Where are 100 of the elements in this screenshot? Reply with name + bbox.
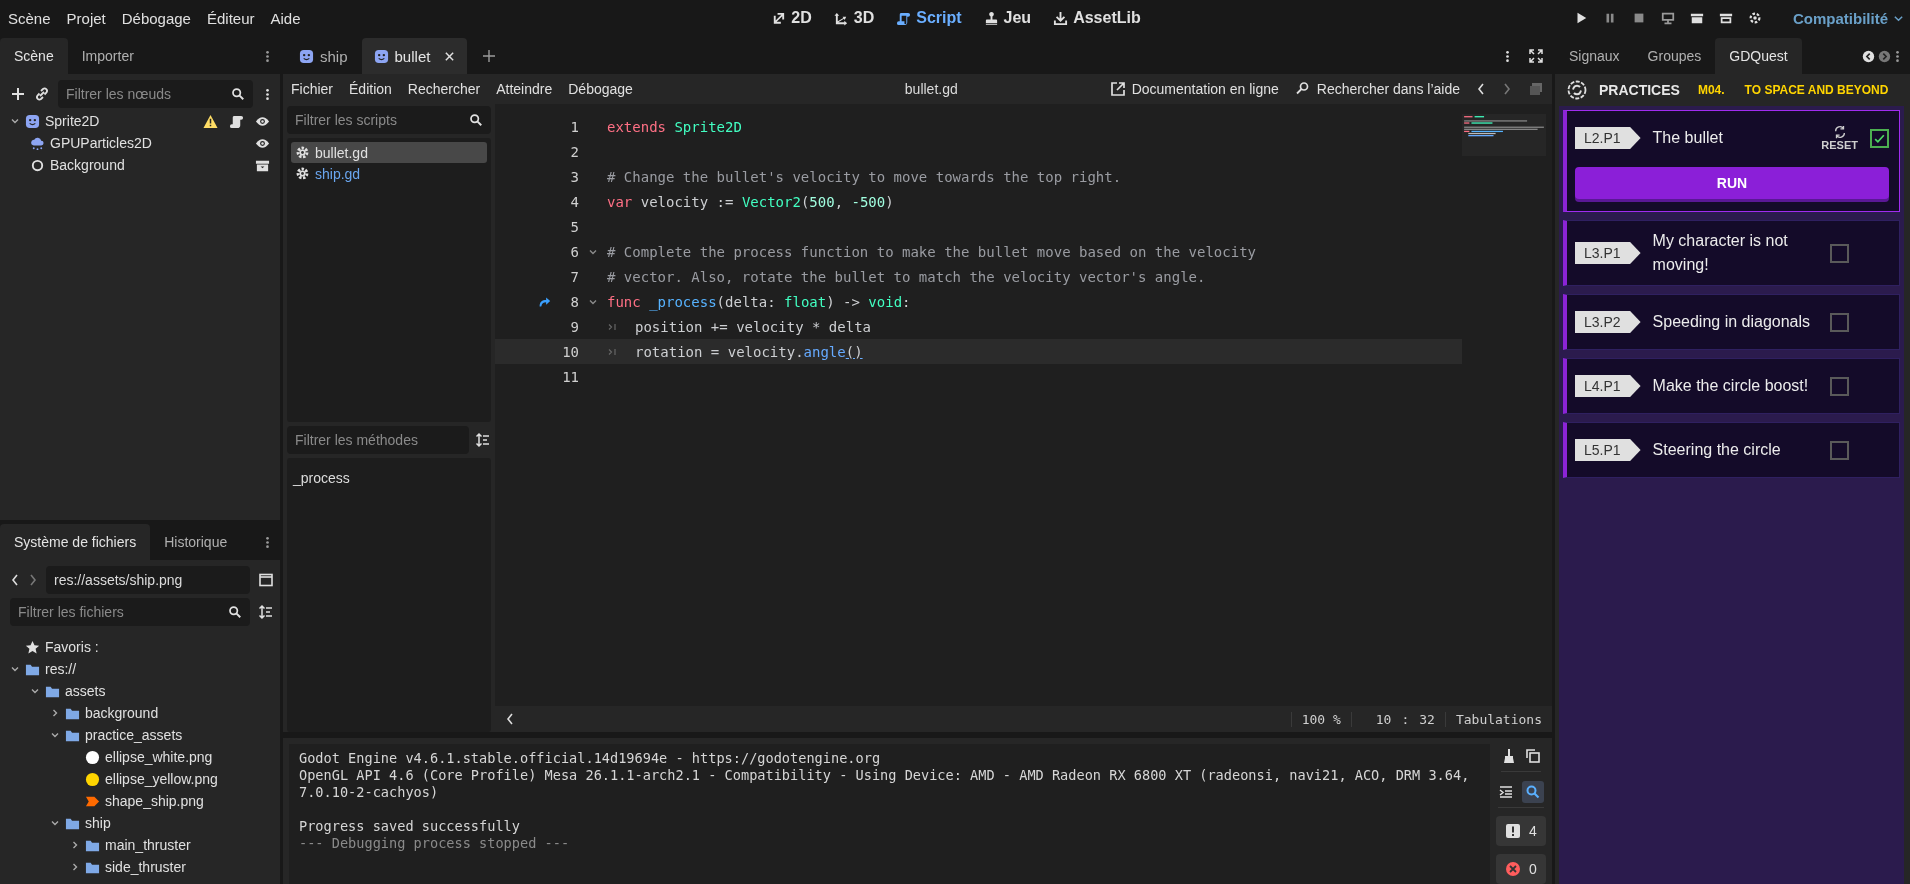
- back-icon[interactable]: [10, 572, 20, 588]
- checkbox[interactable]: [1829, 312, 1849, 332]
- run-button[interactable]: RUN: [1575, 167, 1889, 199]
- practice-card[interactable]: L3.P1 My character is not moving!: [1563, 220, 1900, 286]
- stop-icon[interactable]: [1632, 11, 1646, 25]
- node-name[interactable]: GPUParticles2D: [50, 135, 152, 151]
- sort-icon[interactable]: [475, 432, 491, 448]
- script-item[interactable]: ship.gd: [291, 163, 487, 184]
- filter-field[interactable]: Filtrer les fichiers: [10, 598, 250, 626]
- workspace-tab[interactable]: AssetLib: [1053, 9, 1141, 27]
- window-icon[interactable]: [258, 572, 274, 588]
- connection-icon[interactable]: [538, 295, 551, 308]
- forward-icon[interactable]: [28, 572, 38, 588]
- chevron-icon[interactable]: [50, 730, 60, 740]
- help-link[interactable]: Rechercher dans l’aide: [1294, 81, 1460, 97]
- workspace-tab[interactable]: 2D: [771, 9, 812, 27]
- node-name[interactable]: Background: [50, 157, 125, 173]
- checkbox[interactable]: [1870, 128, 1889, 148]
- menu-item[interactable]: Débogage: [121, 9, 191, 27]
- more-icon[interactable]: [1895, 48, 1900, 64]
- dock-tab[interactable]: Historique: [150, 524, 242, 560]
- file-name[interactable]: ellipse_white.png: [105, 749, 213, 765]
- script-item[interactable]: bullet.gd: [291, 142, 487, 163]
- file-name[interactable]: practice_assets: [85, 727, 183, 743]
- practice-card[interactable]: L3.P2 Speeding in diagonals: [1563, 294, 1900, 350]
- file-name[interactable]: main_thruster: [105, 837, 191, 853]
- more-icon[interactable]: [265, 48, 270, 64]
- menu-item[interactable]: Fichier: [291, 81, 333, 97]
- reset-button[interactable]: RESET: [1821, 125, 1858, 151]
- dock-tab[interactable]: Signaux: [1555, 38, 1634, 74]
- add-icon[interactable]: [10, 86, 26, 102]
- collapse-icon[interactable]: [505, 711, 515, 727]
- practice-card[interactable]: L2.P1 The bullet RESET RUN: [1563, 110, 1900, 212]
- file-name[interactable]: background: [85, 705, 159, 721]
- node-name[interactable]: Sprite2D: [45, 113, 100, 129]
- path-field[interactable]: res://assets/ship.png: [46, 566, 250, 594]
- copy-icon[interactable]: [1525, 747, 1541, 764]
- chevron-icon[interactable]: [70, 840, 80, 850]
- filter-field[interactable]: Filtrer les scripts: [287, 106, 491, 134]
- menu-item[interactable]: Rechercher: [407, 81, 481, 97]
- script-icon[interactable]: [229, 113, 244, 129]
- chevron-icon[interactable]: [50, 818, 60, 828]
- filter-field[interactable]: Filtrer les nœuds: [58, 80, 253, 108]
- more-icon[interactable]: [265, 534, 270, 550]
- link-icon[interactable]: [34, 86, 50, 102]
- back-icon[interactable]: [1476, 81, 1486, 97]
- gear-icon[interactable]: [1748, 11, 1762, 25]
- practice-card[interactable]: L5.P1 Steering the circle: [1563, 422, 1900, 478]
- chevron-icon[interactable]: [70, 862, 80, 872]
- checkbox[interactable]: [1829, 243, 1849, 263]
- scene-tab[interactable]: ship: [287, 38, 360, 74]
- menu-item[interactable]: Débogage: [568, 81, 633, 97]
- broom-icon[interactable]: [1501, 747, 1517, 764]
- sort-icon[interactable]: [258, 604, 274, 620]
- menu-item[interactable]: Scène: [8, 9, 51, 27]
- workspace-tab[interactable]: Script: [896, 9, 962, 27]
- fullscreen-icon[interactable]: [1528, 48, 1544, 64]
- indent-lines-icon[interactable]: [1498, 783, 1514, 800]
- menu-item[interactable]: Atteindre: [496, 81, 553, 97]
- more-icon[interactable]: [1505, 48, 1510, 64]
- more-icon[interactable]: [265, 86, 270, 102]
- warning-icon[interactable]: [203, 113, 218, 129]
- file-name[interactable]: ship: [85, 815, 111, 831]
- scene-tab[interactable]: bullet: [361, 38, 468, 74]
- dock-tab[interactable]: Scène: [0, 38, 68, 74]
- file-name[interactable]: side_thruster: [105, 859, 186, 875]
- previous-icon[interactable]: [1862, 49, 1875, 63]
- close-icon[interactable]: [444, 50, 456, 62]
- menu-item[interactable]: Éditeur: [206, 9, 255, 27]
- workspace-tab[interactable]: Jeu: [983, 9, 1032, 27]
- practice-card[interactable]: L4.P1 Make the circle boost!: [1563, 358, 1900, 414]
- warnings-filter[interactable]: 4: [1496, 816, 1546, 846]
- filter-field[interactable]: Filtrer les méthodes: [287, 426, 469, 454]
- file-name[interactable]: shape_ship.png: [105, 793, 204, 809]
- chevron-icon[interactable]: [50, 708, 60, 718]
- dock-tab[interactable]: Groupes: [1633, 38, 1716, 74]
- menu-item[interactable]: Aide: [270, 9, 301, 27]
- monitor-icon[interactable]: [1661, 11, 1675, 25]
- indentation-mode[interactable]: Tabulations: [1444, 711, 1542, 727]
- next-icon[interactable]: [1878, 49, 1891, 63]
- file-name[interactable]: Favoris :: [45, 639, 99, 655]
- workspace-tab[interactable]: 3D: [833, 9, 875, 27]
- zoom-level[interactable]: 100 %: [1290, 711, 1341, 727]
- checkbox[interactable]: [1829, 440, 1849, 460]
- forward-icon[interactable]: [1502, 81, 1512, 97]
- dock-tab[interactable]: Importer: [67, 38, 148, 74]
- dock-tab[interactable]: GDQuest: [1715, 38, 1802, 74]
- menu-item[interactable]: Édition: [349, 81, 392, 97]
- dock-tab[interactable]: Système de fichiers: [0, 524, 151, 560]
- file-name[interactable]: ellipse_yellow.png: [105, 771, 218, 787]
- help-link[interactable]: Documentation en ligne: [1109, 81, 1279, 97]
- file-name[interactable]: res://: [45, 661, 77, 677]
- menu-item[interactable]: Projet: [66, 9, 106, 27]
- method-item[interactable]: _process: [293, 470, 485, 486]
- chevron-icon[interactable]: [10, 664, 20, 674]
- windows-icon[interactable]: [1528, 81, 1544, 97]
- renderer-dropdown[interactable]: Compatibilité: [1793, 9, 1904, 27]
- chevron-icon[interactable]: [10, 116, 20, 126]
- errors-filter[interactable]: 0: [1496, 854, 1546, 884]
- checkbox[interactable]: [1829, 376, 1849, 396]
